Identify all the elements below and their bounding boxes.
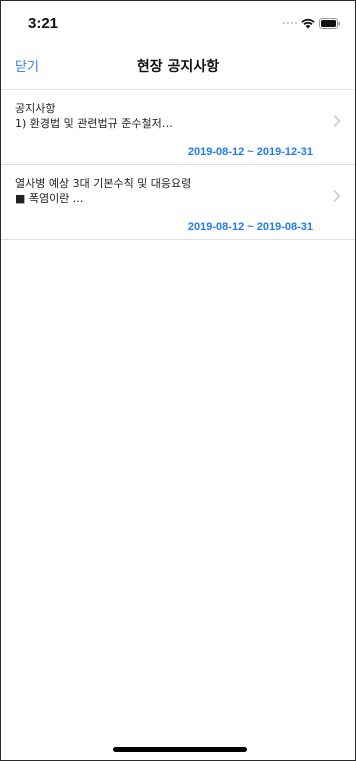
notice-title: 열사병 예상 3대 기본수칙 및 대응요령 — [15, 177, 192, 190]
home-indicator[interactable] — [113, 747, 247, 752]
chevron-right-icon — [333, 190, 341, 202]
cellular-signal-icon — [283, 22, 297, 24]
notice-date-range: 2019-08-12 ~ 2019-08-31 — [187, 221, 313, 233]
navigation-bar: 닫기 현장 공지사항 — [1, 45, 355, 90]
wifi-icon — [301, 18, 315, 28]
status-time: 3:21 — [28, 15, 59, 32]
page-title: 현장 공지사항 — [136, 59, 220, 75]
status-icons — [283, 17, 341, 29]
notice-list: 공지사항 1) 환경법 및 관련법규 준수철저… 2019-08-12 ~ 20… — [1, 90, 355, 240]
phone-screen: 3:21 닫기 현장 공지사항 공지사항 1) 환경법 및 관련법규 준수철저… — [0, 0, 356, 761]
notice-list-item[interactable]: 열사병 예상 3대 기본수칙 및 대응요령 ■ 폭염이란 ... 2019-08… — [1, 165, 355, 240]
notice-preview: 1) 환경법 및 관련법규 준수철저… — [15, 117, 173, 130]
notice-preview: ■ 폭염이란 ... — [15, 192, 84, 205]
chevron-right-icon — [333, 115, 341, 127]
notice-list-item[interactable]: 공지사항 1) 환경법 및 관련법규 준수철저… 2019-08-12 ~ 20… — [1, 90, 355, 165]
notice-date-range: 2019-08-12 ~ 2019-12-31 — [187, 146, 313, 158]
battery-icon — [319, 17, 340, 29]
status-bar: 3:21 — [1, 1, 355, 45]
notice-title: 공지사항 — [15, 102, 56, 115]
